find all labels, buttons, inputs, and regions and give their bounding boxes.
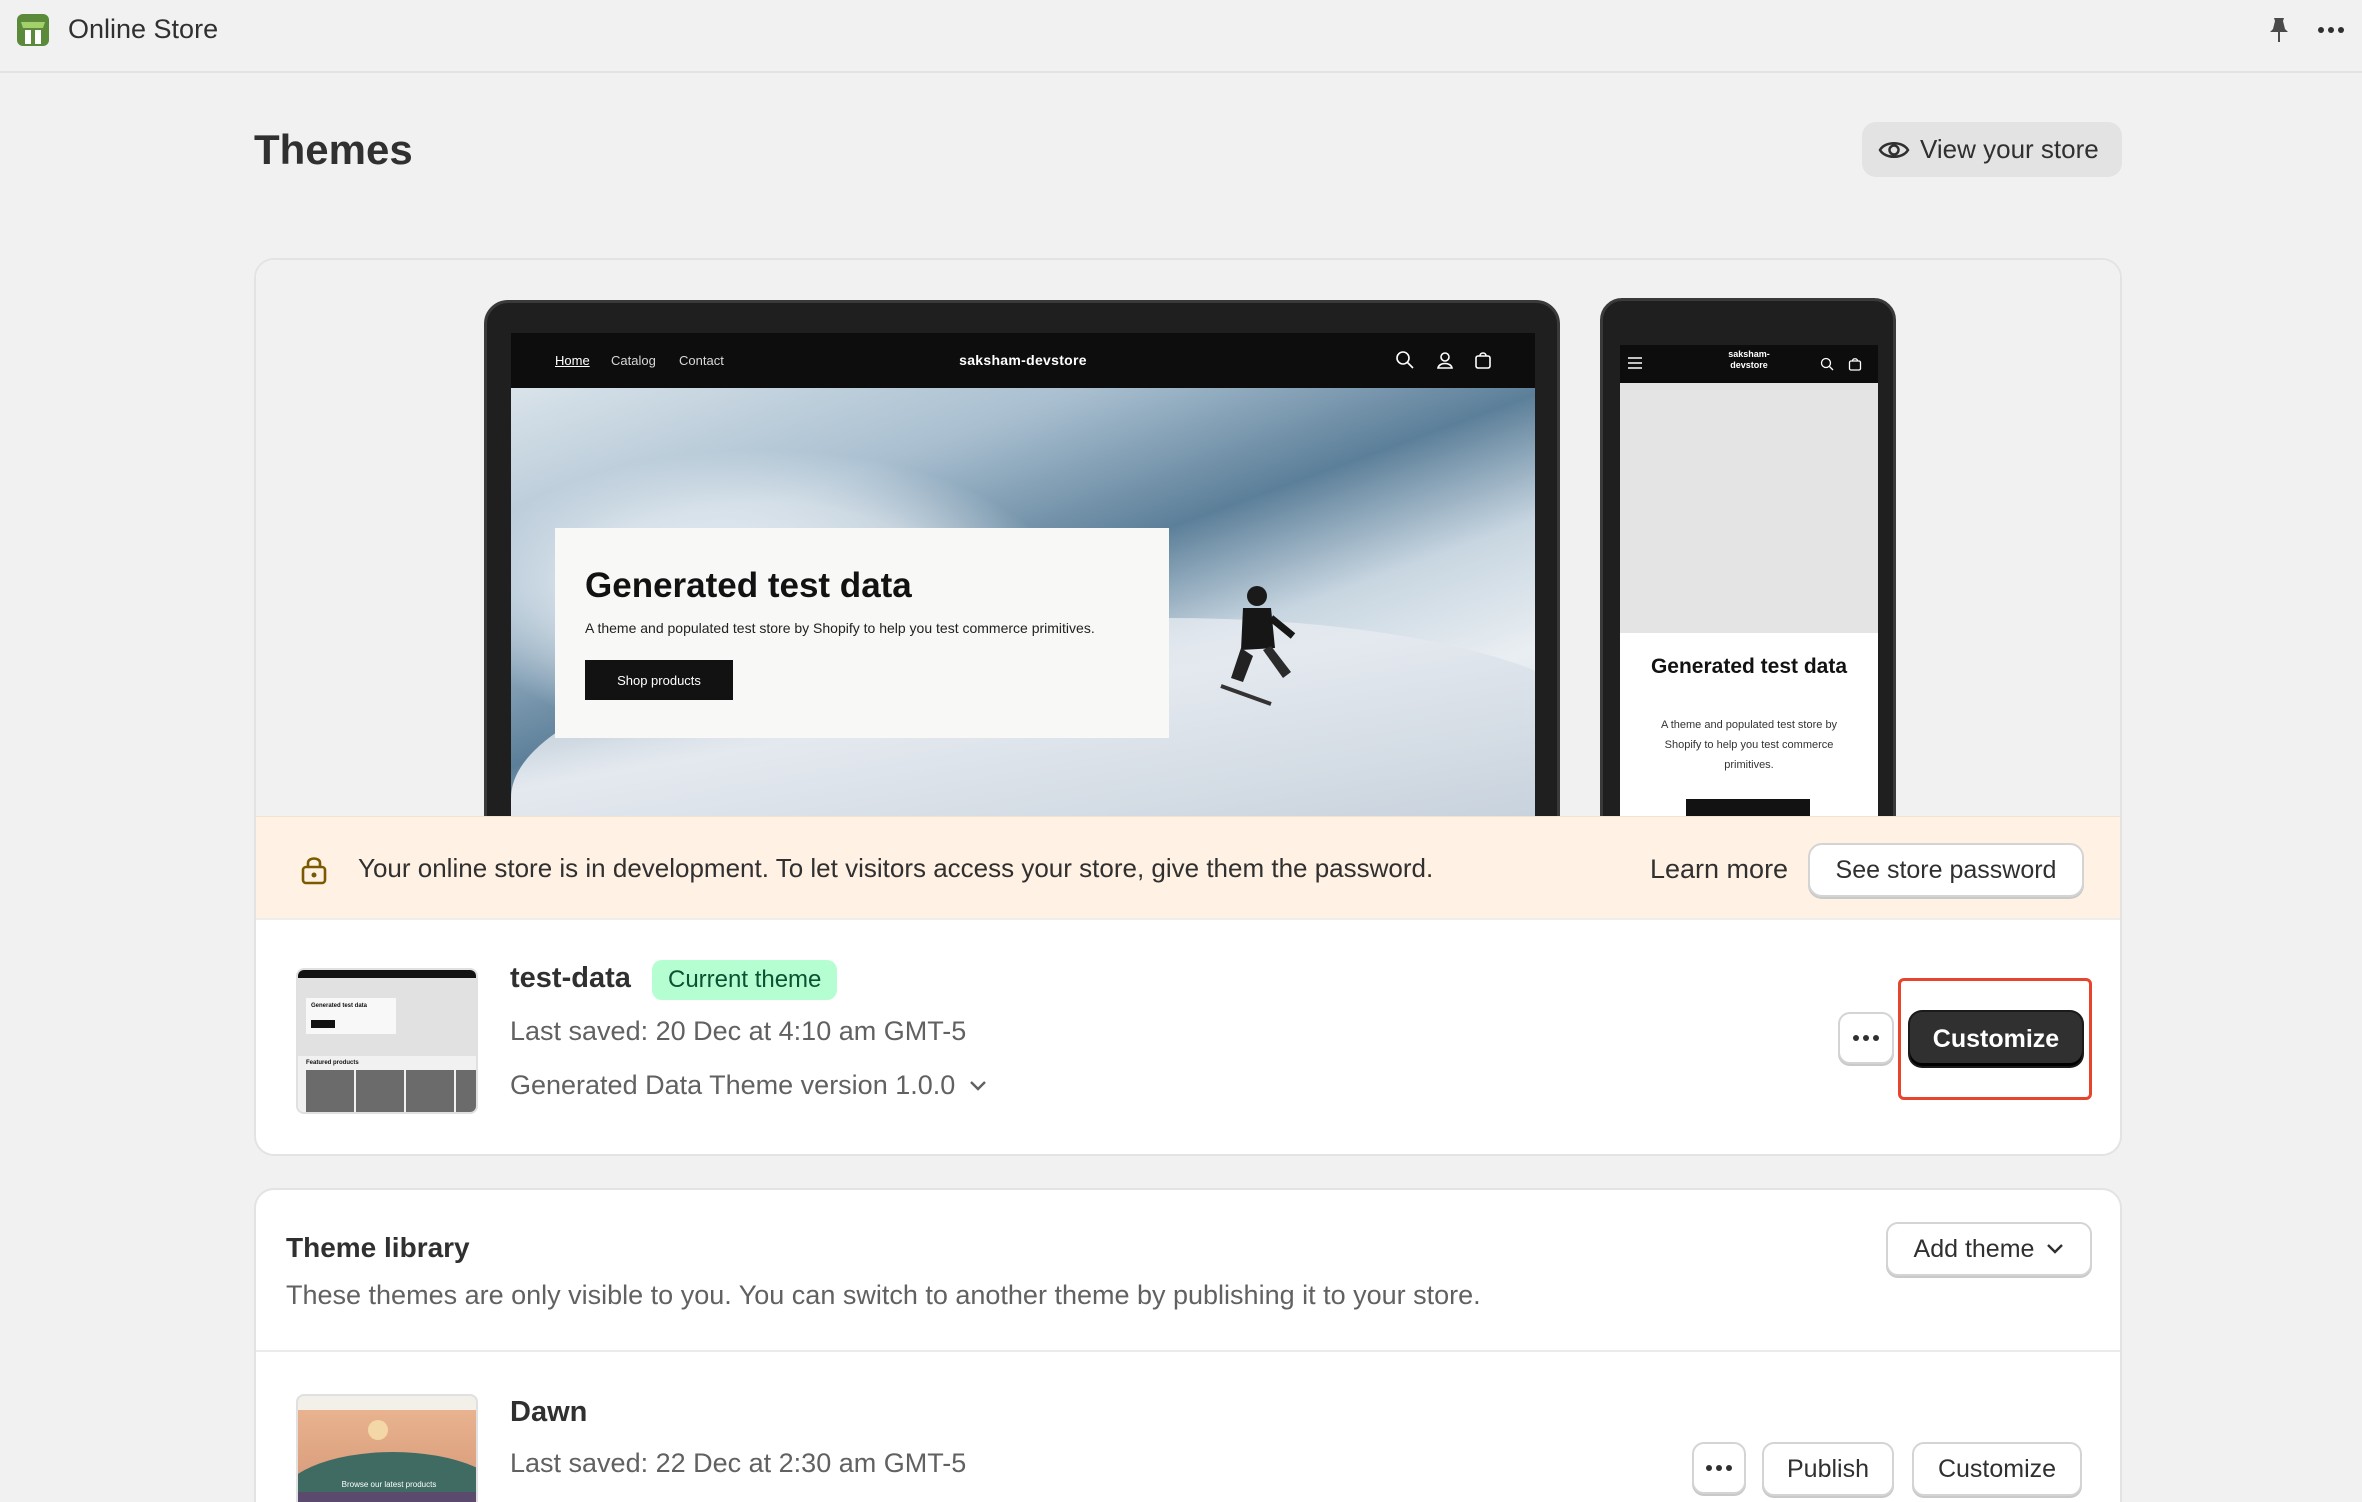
page-title: Themes (254, 126, 413, 173)
development-message: Your online store is in development. To … (358, 853, 1434, 883)
customize-current-theme-button[interactable]: Customize (1910, 1012, 2082, 1066)
chevron-down-icon (970, 1080, 987, 1091)
theme-library-card: Theme library These themes are only visi… (254, 1188, 2122, 1502)
top-bar: Online Store (0, 0, 2362, 73)
thumb-caption: Browse our latest products (341, 1480, 437, 1489)
thumb-title: Generated test data (311, 1003, 368, 1009)
hero-subtitle: A theme and populated test store by Shop… (585, 620, 1095, 636)
desktop-preview: Home Catalog Contact saksham-devstore Ge… (484, 300, 1560, 816)
thumb-product (406, 1070, 454, 1112)
lock-icon (301, 857, 327, 885)
thumb-product (456, 1070, 476, 1112)
view-your-store-label: View your store (1920, 134, 2099, 164)
current-theme-more-actions-button[interactable] (1838, 1012, 1894, 1064)
add-theme-button[interactable]: Add theme (1886, 1222, 2092, 1276)
thumb-button (311, 1020, 335, 1028)
online-store-icon (17, 14, 49, 46)
thumb-product (306, 1070, 354, 1112)
storefront-name: saksham-devstore (959, 352, 1087, 368)
hero-banner: Generated test data A theme and populate… (511, 388, 1535, 816)
mobile-cart-icon (1848, 358, 1862, 371)
ellipsis-icon (1706, 1465, 1732, 1471)
current-theme-thumbnail[interactable]: Generated test data Featured products (296, 968, 478, 1114)
app-title: Online Store (68, 14, 219, 44)
dawn-theme-name: Dawn (510, 1396, 588, 1428)
current-theme-last-saved: Last saved: 20 Dec at 4:10 am GMT-5 (510, 1016, 967, 1046)
dawn-publish-button[interactable]: Publish (1762, 1442, 1894, 1496)
dawn-theme-last-saved: Last saved: 22 Dec at 2:30 am GMT-5 (510, 1448, 967, 1478)
development-banner: Your online store is in development. To … (256, 816, 2120, 920)
thumb-product (356, 1070, 404, 1112)
theme-library-title: Theme library (286, 1232, 470, 1263)
more-options-icon[interactable] (2318, 17, 2348, 43)
theme-version-label: Generated Data Theme version 1.0.0 (510, 1070, 956, 1100)
current-theme-card: Home Catalog Contact saksham-devstore Ge… (254, 258, 2122, 1156)
hero-content-box: Generated test data A theme and populate… (555, 528, 1169, 738)
ellipsis-icon (1853, 1035, 1879, 1041)
cart-icon (1475, 352, 1491, 369)
view-your-store-button[interactable]: View your store (1862, 122, 2122, 177)
dawn-more-actions-button[interactable] (1692, 1442, 1746, 1494)
current-theme-name: test-data (510, 962, 631, 994)
theme-version-toggle[interactable]: Generated Data Theme version 1.0.0 (510, 1070, 987, 1101)
mobile-search-icon (1820, 357, 1834, 371)
dawn-customize-button[interactable]: Customize (1912, 1442, 2082, 1496)
mobile-hero-button (1686, 799, 1810, 816)
eye-icon (1878, 141, 1910, 158)
thumb-nav (298, 970, 476, 978)
add-theme-label: Add theme (1913, 1234, 2035, 1263)
mobile-nav: saksham-devstore (1620, 345, 1878, 383)
hero-title: Generated test data (585, 566, 912, 605)
thumb-featured-label: Featured products (306, 1060, 359, 1066)
desktop-preview-screen: Home Catalog Contact saksham-devstore Ge… (511, 333, 1535, 816)
thumb-hero-box: Generated test data (306, 998, 396, 1034)
current-theme-badge: Current theme (652, 960, 838, 1000)
account-icon (1437, 352, 1453, 369)
mobile-hero-subtitle: A theme and populated test store by Shop… (1660, 719, 1838, 771)
see-store-password-button[interactable]: See store password (1808, 843, 2084, 897)
theme-preview: Home Catalog Contact saksham-devstore Ge… (256, 260, 2120, 816)
mobile-preview: saksham-devstore Generated test data A t… (1600, 298, 1896, 816)
mobile-preview-screen: saksham-devstore Generated test data A t… (1620, 345, 1878, 816)
mobile-hero-title: Generated test data (1650, 655, 1848, 678)
shop-products-button: Shop products (585, 660, 733, 700)
thumb-water (298, 1492, 476, 1502)
skier-image (1220, 586, 1296, 706)
learn-more-link[interactable]: Learn more (1650, 854, 1788, 885)
dawn-theme-thumbnail[interactable]: Browse our latest products (296, 1394, 478, 1502)
mobile-store-name: saksham-devstore (1728, 349, 1770, 370)
mobile-hero-image (1620, 383, 1878, 633)
theme-library-description: These themes are only visible to you. Yo… (286, 1280, 1481, 1310)
divider (256, 1350, 2120, 1352)
storefront-nav: Home Catalog Contact saksham-devstore (511, 333, 1535, 388)
thumb-sun (368, 1420, 388, 1440)
pin-icon[interactable] (2264, 15, 2294, 45)
chevron-down-icon (2047, 1244, 2064, 1254)
search-icon (1396, 351, 1414, 369)
